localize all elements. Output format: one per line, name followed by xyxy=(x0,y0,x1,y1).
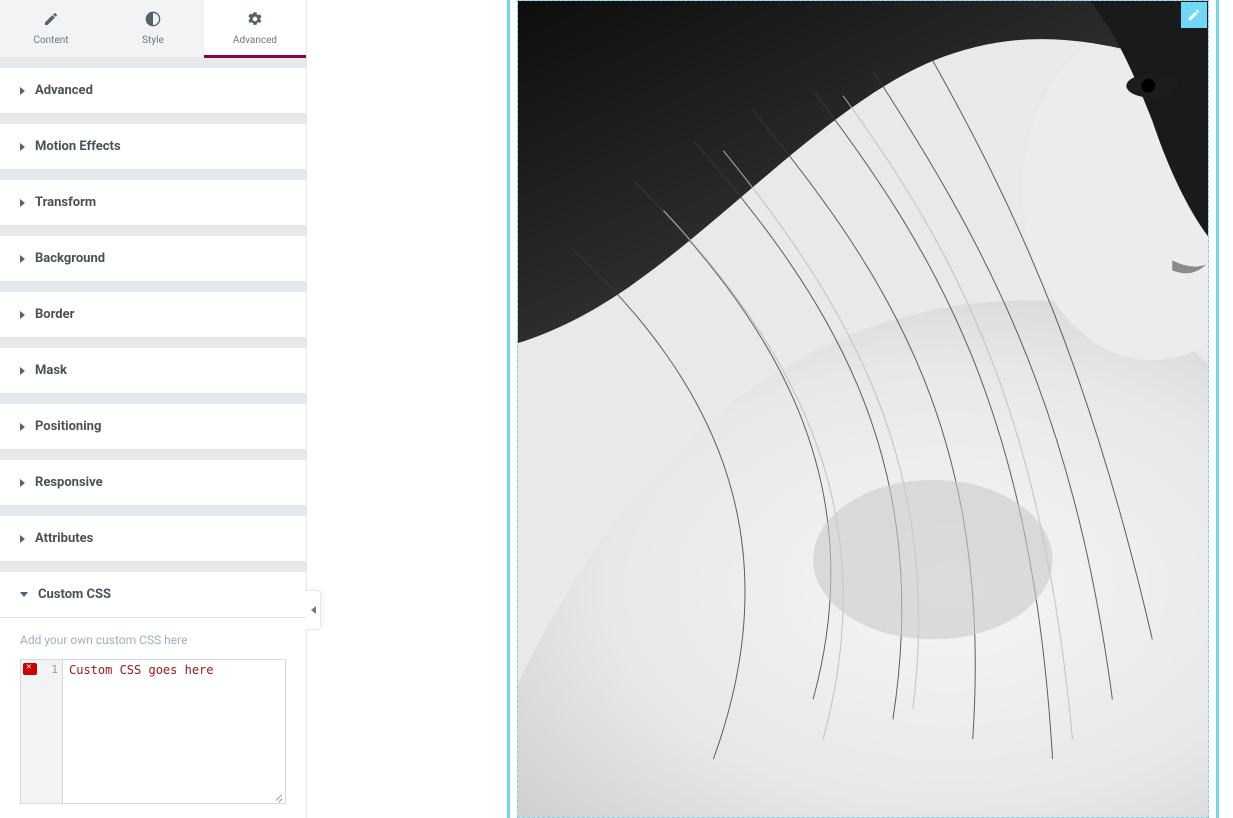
resize-handle[interactable] xyxy=(273,791,283,801)
code-gutter: 1 xyxy=(21,660,63,803)
caret-right-icon xyxy=(20,367,25,375)
tab-label: Style xyxy=(142,35,164,46)
section-advanced[interactable]: Advanced xyxy=(0,68,306,114)
section-mask[interactable]: Mask xyxy=(0,348,306,394)
gear-icon xyxy=(247,11,263,30)
section-label: Border xyxy=(35,307,74,322)
caret-right-icon xyxy=(20,423,25,431)
panel-tabs: Content Style Advanced xyxy=(0,0,306,58)
divider xyxy=(0,170,306,180)
caret-right-icon xyxy=(20,87,25,95)
caret-right-icon xyxy=(20,143,25,151)
divider xyxy=(0,114,306,124)
caret-down-icon xyxy=(20,592,28,597)
editor-sidebar: Content Style Advanced Advanced Motion E… xyxy=(0,0,307,818)
section-label: Responsive xyxy=(35,475,103,490)
section-attributes[interactable]: Attributes xyxy=(0,516,306,562)
section-label: Positioning xyxy=(35,419,101,434)
divider xyxy=(0,506,306,516)
section-custom-css[interactable]: Custom CSS xyxy=(0,572,306,618)
editor-canvas[interactable] xyxy=(307,0,1233,818)
tab-advanced[interactable]: Advanced xyxy=(204,0,306,57)
section-label: Transform xyxy=(35,195,96,210)
divider xyxy=(0,450,306,460)
selected-column[interactable] xyxy=(507,0,1219,818)
caret-right-icon xyxy=(20,535,25,543)
divider xyxy=(0,282,306,292)
pencil-icon xyxy=(43,11,59,30)
section-responsive[interactable]: Responsive xyxy=(0,460,306,506)
section-label: Attributes xyxy=(35,531,93,546)
custom-css-helper: Add your own custom CSS here xyxy=(20,633,286,647)
portrait-image xyxy=(518,1,1208,817)
section-border[interactable]: Border xyxy=(0,292,306,338)
edit-widget-button[interactable] xyxy=(1181,2,1207,28)
section-label: Mask xyxy=(35,363,67,378)
section-positioning[interactable]: Positioning xyxy=(0,404,306,450)
divider xyxy=(0,394,306,404)
section-label: Advanced xyxy=(35,83,93,98)
section-label: Motion Effects xyxy=(35,139,121,154)
tab-style[interactable]: Style xyxy=(102,0,204,57)
contrast-icon xyxy=(145,11,161,30)
caret-right-icon xyxy=(20,255,25,263)
section-motion-effects[interactable]: Motion Effects xyxy=(0,124,306,170)
tab-label: Advanced xyxy=(233,35,277,46)
pencil-icon xyxy=(1187,8,1201,22)
custom-css-editor[interactable]: 1 Custom CSS goes here xyxy=(20,659,286,804)
divider xyxy=(0,58,306,68)
custom-css-body: Add your own custom CSS here 1 Custom CS… xyxy=(0,618,306,818)
image-widget[interactable] xyxy=(517,0,1209,818)
sidebar-collapse-toggle[interactable] xyxy=(306,590,321,630)
caret-right-icon xyxy=(20,199,25,207)
divider xyxy=(0,562,306,572)
section-background[interactable]: Background xyxy=(0,236,306,282)
caret-right-icon xyxy=(20,311,25,319)
divider xyxy=(0,338,306,348)
section-label: Custom CSS xyxy=(38,587,111,602)
section-label: Background xyxy=(35,251,105,266)
section-transform[interactable]: Transform xyxy=(0,180,306,226)
error-icon xyxy=(23,663,37,675)
chevron-left-icon xyxy=(311,606,316,614)
advanced-panel[interactable]: Advanced Motion Effects Transform Backgr… xyxy=(0,58,306,818)
tab-content[interactable]: Content xyxy=(0,0,102,57)
divider xyxy=(0,226,306,236)
tab-label: Content xyxy=(33,35,68,46)
caret-right-icon xyxy=(20,479,25,487)
code-textarea[interactable]: Custom CSS goes here xyxy=(63,660,285,803)
